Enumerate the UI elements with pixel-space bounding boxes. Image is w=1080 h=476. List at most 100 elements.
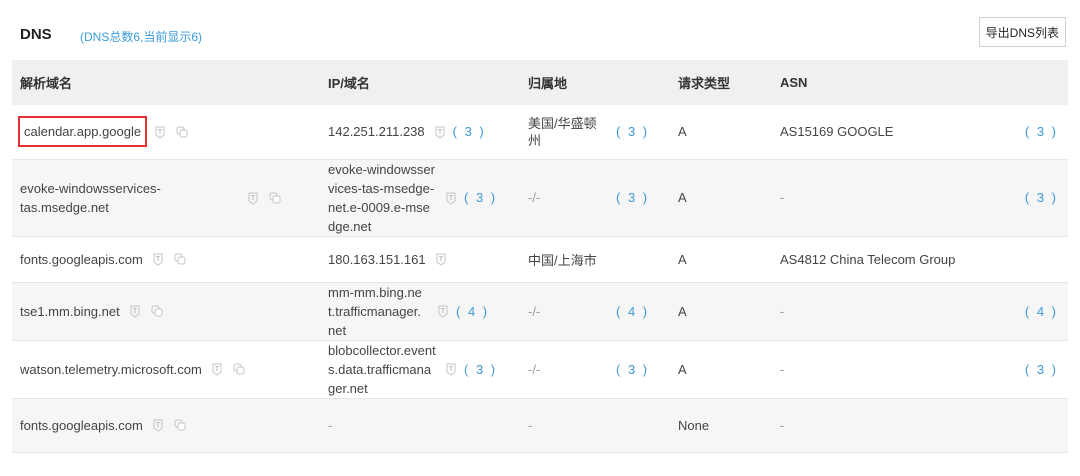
copy-icon[interactable]	[173, 252, 187, 266]
ip-wrap: 180.163.151.161	[328, 252, 520, 267]
ip-text: mm-mm.bing.net.trafficmanager.net	[328, 284, 422, 338]
domain-text[interactable]: fonts.googleapis.com	[20, 418, 143, 433]
table-header-row: 解析域名 IP/域名 归属地 请求类型 ASN	[12, 60, 1068, 105]
info-icon[interactable]	[151, 252, 165, 266]
copy-icon[interactable]	[268, 191, 282, 205]
location-count-link[interactable]: ( 4 )	[616, 304, 649, 319]
cell-location: -/- ( 3 )	[520, 159, 670, 236]
cell-type: None	[670, 398, 772, 452]
request-type-text: A	[678, 251, 687, 267]
info-icon[interactable]	[210, 362, 224, 376]
table-row: fonts.googleapis.com 180.163.151.161 中国/上海…	[12, 236, 1068, 282]
copy-icon[interactable]	[232, 362, 246, 376]
asn-count-link[interactable]: ( 3 )	[1025, 124, 1058, 139]
table-row: watson.telemetry.microsoft.com blobcollec…	[12, 340, 1068, 398]
cell-ip: 180.163.151.161	[320, 236, 520, 282]
column-header-asn: ASN	[780, 75, 808, 90]
info-icon[interactable]	[433, 125, 447, 139]
location-wrap: -	[528, 418, 670, 433]
table-row: evoke-windowsservices-tas.msedge.net evok…	[12, 159, 1068, 236]
ip-text: 142.251.211.238	[328, 124, 425, 140]
domain-wrap: calendar.app.google	[17, 116, 320, 148]
copy-icon[interactable]	[173, 418, 187, 432]
column-header-ip: IP/域名	[328, 76, 370, 91]
cell-location: -/- ( 4 )	[520, 282, 670, 340]
ip-text: blobcollector.events.data.trafficmanager…	[328, 342, 436, 396]
ip-count-link[interactable]: ( 4 )	[456, 304, 489, 319]
ip-count-link[interactable]: ( 3 )	[453, 124, 486, 139]
ip-text: 180.163.151.161	[328, 251, 426, 267]
asn-text: -	[780, 361, 785, 377]
column-header-type: 请求类型	[678, 76, 731, 91]
domain-text[interactable]: tse1.mm.bing.net	[20, 304, 120, 319]
domain-wrap: tse1.mm.bing.net	[20, 304, 320, 319]
ip-wrap: blobcollector.events.data.trafficmanager…	[328, 341, 520, 398]
ip-wrap: evoke-windowsservices-tas-msedge-net.e-0…	[328, 160, 520, 236]
location-wrap: -/- ( 3 )	[528, 190, 670, 205]
request-type-text: A	[678, 124, 687, 140]
info-icon[interactable]	[444, 362, 458, 376]
location-text: -/-	[528, 361, 541, 377]
asn-count-link[interactable]: ( 3 )	[1025, 190, 1058, 205]
location-wrap: -/- ( 3 )	[528, 362, 670, 377]
cell-domain: tse1.mm.bing.net	[12, 282, 320, 340]
asn-text: -	[780, 190, 785, 205]
cell-domain: fonts.googleapis.com	[12, 398, 320, 452]
cell-location: -	[520, 398, 670, 452]
cell-domain: watson.telemetry.microsoft.com	[12, 340, 320, 398]
dns-panel: DNS (DNS总数6,当前显示6) 导出DNS列表 解析域名 IP/域名 归属…	[0, 0, 1080, 476]
info-icon[interactable]	[128, 304, 142, 318]
info-icon[interactable]	[436, 304, 450, 318]
cell-ip: mm-mm.bing.net.trafficmanager.net ( 4 )	[320, 282, 520, 340]
location-wrap: 美国/华盛顿州 ( 3 )	[528, 115, 670, 149]
copy-icon[interactable]	[150, 304, 164, 318]
info-icon[interactable]	[151, 418, 165, 432]
info-icon[interactable]	[153, 125, 167, 139]
cell-location: 美国/华盛顿州 ( 3 )	[520, 105, 670, 159]
asn-count-link[interactable]: ( 3 )	[1025, 362, 1058, 377]
cell-location: -/- ( 3 )	[520, 340, 670, 398]
cell-domain: evoke-windowsservices-tas.msedge.net	[12, 159, 320, 236]
asn-wrap: AS4812 China Telecom Group	[780, 252, 1068, 267]
column-header-domain: 解析域名	[20, 76, 73, 91]
panel-subtitle: (DNS总数6,当前显示6)	[80, 30, 203, 44]
asn-count-link[interactable]: ( 4 )	[1025, 304, 1058, 319]
location-count-link[interactable]: ( 3 )	[616, 124, 649, 139]
info-icon[interactable]	[444, 191, 458, 205]
asn-wrap: AS15169 GOOGLE ( 3 )	[780, 124, 1068, 139]
domain-text[interactable]: evoke-windowsservices-tas.msedge.net	[20, 179, 238, 217]
ip-wrap: mm-mm.bing.net.trafficmanager.net ( 4 )	[328, 283, 520, 340]
domain-wrap: fonts.googleapis.com	[20, 252, 320, 267]
ip-count-link[interactable]: ( 3 )	[464, 190, 497, 205]
table-row: fonts.googleapis.com - - None -	[12, 398, 1068, 452]
ip-wrap: -	[328, 418, 520, 433]
cell-location: 中国/上海市	[520, 236, 670, 282]
ip-count-link[interactable]: ( 3 )	[464, 362, 497, 377]
cell-asn: AS4812 China Telecom Group	[772, 236, 1068, 282]
cell-asn: - ( 3 )	[772, 340, 1068, 398]
location-count-link[interactable]: ( 3 )	[616, 362, 649, 377]
panel-title: DNS	[20, 26, 52, 43]
asn-wrap: - ( 3 )	[780, 362, 1068, 377]
asn-text: -	[780, 417, 785, 433]
domain-wrap: evoke-windowsservices-tas.msedge.net	[20, 179, 320, 217]
table-row: calendar.app.google 142.251.211.238( 3 ) 美…	[12, 105, 1068, 159]
domain-text[interactable]: fonts.googleapis.com	[20, 252, 143, 267]
table-body: calendar.app.google 142.251.211.238( 3 ) 美…	[12, 105, 1068, 452]
domain-text[interactable]: watson.telemetry.microsoft.com	[20, 362, 202, 377]
cell-type: A	[670, 340, 772, 398]
ip-text: -	[328, 417, 333, 433]
request-type-text: None	[678, 417, 710, 433]
panel-header: DNS (DNS总数6,当前显示6) 导出DNS列表	[12, 0, 1068, 60]
info-icon[interactable]	[246, 191, 260, 205]
copy-icon[interactable]	[175, 125, 189, 139]
domain-text[interactable]: calendar.app.google	[17, 116, 148, 148]
location-count-link[interactable]: ( 3 )	[616, 190, 649, 205]
location-text: -	[528, 417, 533, 433]
export-dns-button[interactable]: 导出DNS列表	[978, 17, 1066, 47]
asn-wrap: - ( 3 )	[780, 190, 1068, 205]
info-icon[interactable]	[434, 252, 448, 266]
cell-ip: evoke-windowsservices-tas-msedge-net.e-0…	[320, 159, 520, 236]
location-text: 美国/华盛顿州	[528, 115, 597, 148]
cell-ip: blobcollector.events.data.trafficmanager…	[320, 340, 520, 398]
